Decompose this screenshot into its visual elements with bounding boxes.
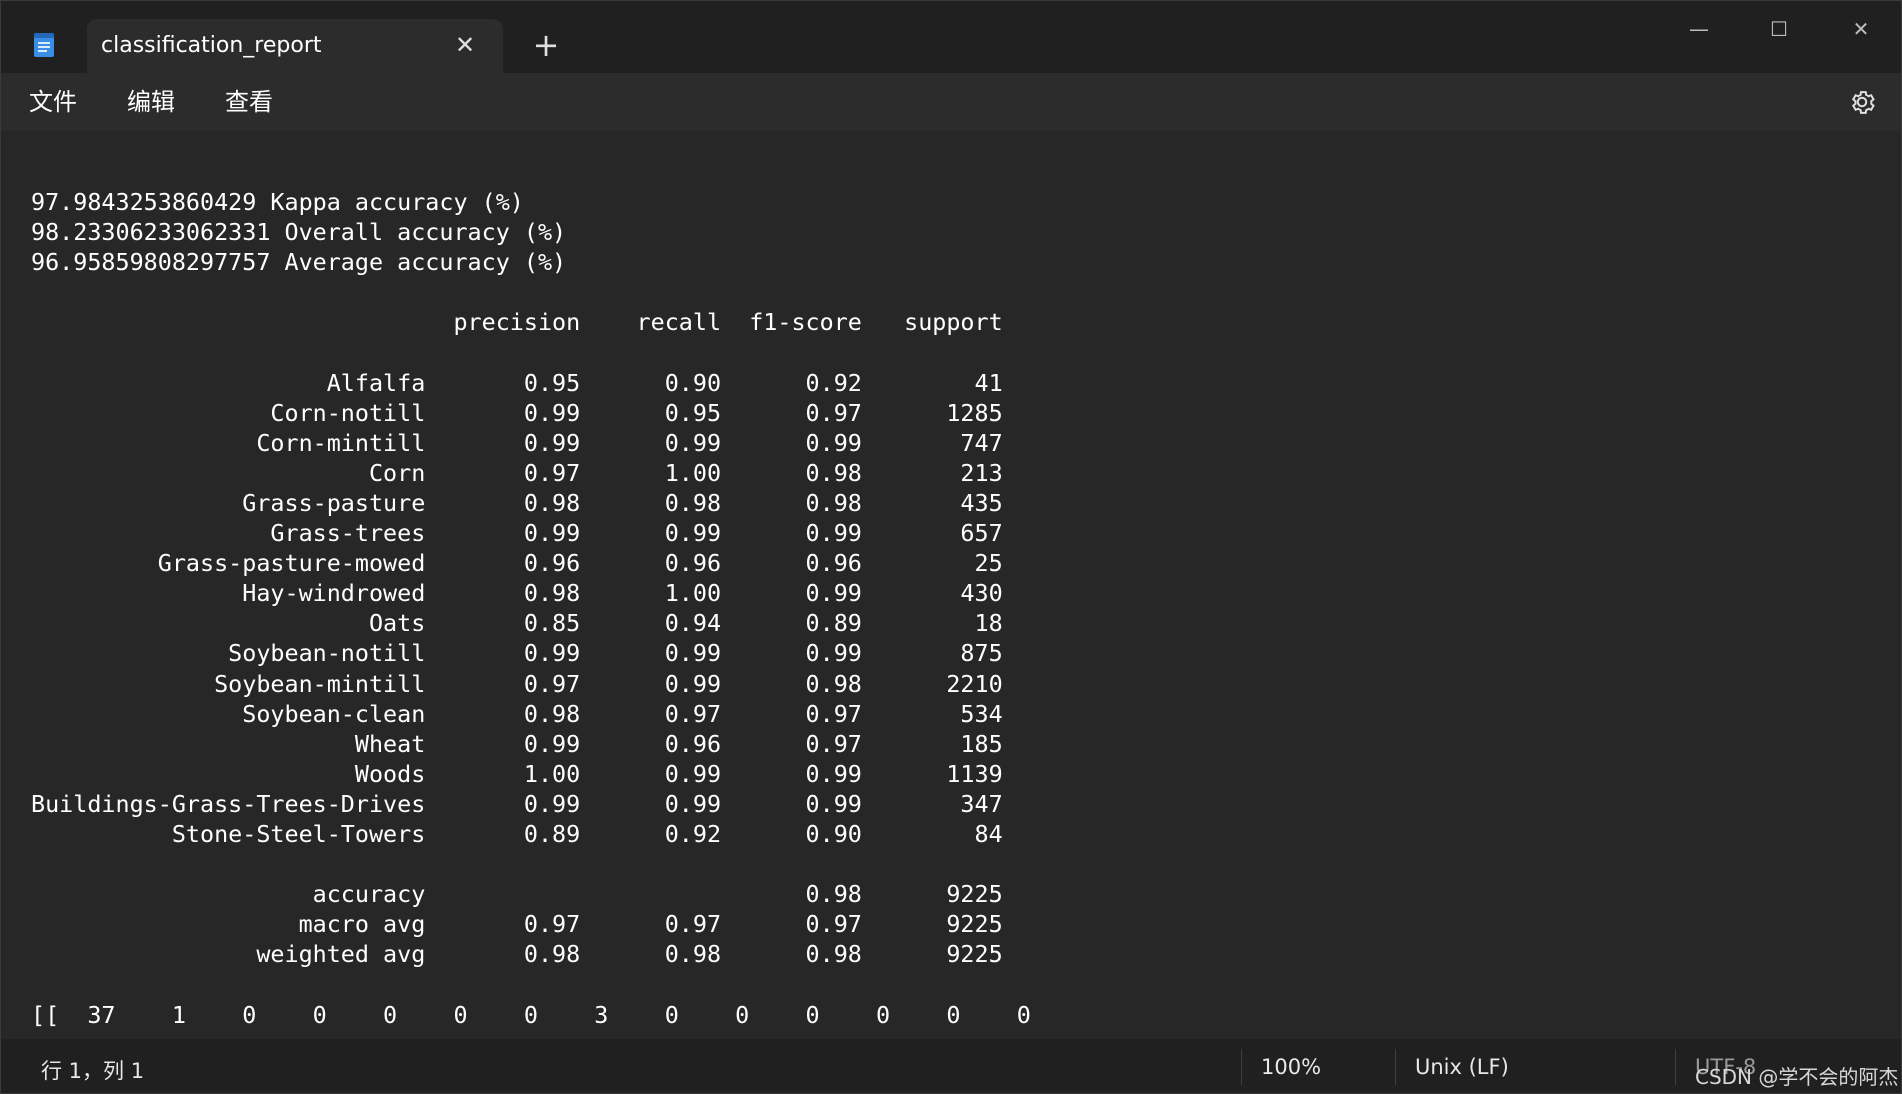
maximize-button[interactable]: ☐ [1759,11,1799,47]
menu-bar: 文件 编辑 查看 [1,73,1901,131]
status-divider [1395,1049,1396,1085]
zoom-level[interactable]: 100% [1261,1055,1321,1079]
status-bar: 行 1，列 1 100% Unix (LF) UTF-8 CSDN @学不会的阿… [1,1039,1901,1093]
document-text[interactable]: 97.9843253860429 Kappa accuracy (%) 98.2… [31,187,1031,1030]
new-tab-button[interactable]: + [531,27,561,63]
close-tab-icon[interactable]: ✕ [451,31,479,59]
gear-icon[interactable] [1847,87,1877,117]
status-divider [1241,1049,1242,1085]
minimize-button[interactable]: — [1679,11,1719,47]
status-divider [1675,1049,1676,1085]
title-bar: classification_report ✕ + — ☐ ✕ [1,1,1901,73]
close-window-button[interactable]: ✕ [1841,11,1881,47]
watermark: CSDN @学不会的阿杰 [1695,1065,1899,1089]
notepad-window: classification_report ✕ + — ☐ ✕ 文件 编辑 查看… [0,0,1902,1094]
menu-file[interactable]: 文件 [25,85,81,119]
text-editor[interactable]: 97.9843253860429 Kappa accuracy (%) 98.2… [1,131,1901,1039]
tab-title: classification_report [101,33,322,58]
menu-edit[interactable]: 编辑 [123,85,179,119]
menu-view[interactable]: 查看 [221,85,277,119]
cursor-position: 行 1，列 1 [41,1059,145,1083]
tab-classification-report[interactable]: classification_report ✕ [87,19,503,73]
notepad-icon [34,33,54,57]
line-ending[interactable]: Unix (LF) [1415,1055,1509,1079]
